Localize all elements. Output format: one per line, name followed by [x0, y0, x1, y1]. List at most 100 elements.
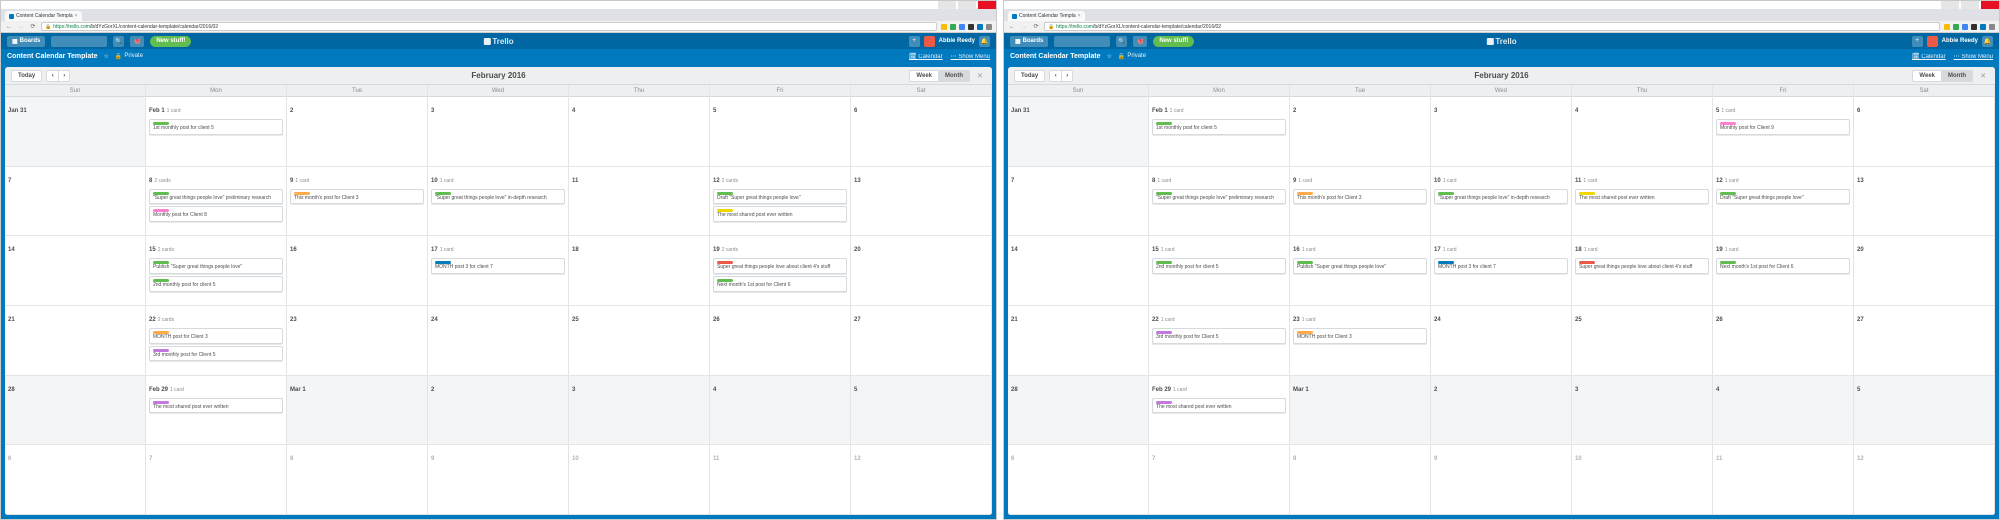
calendar-link[interactable]: 🗓 Calendar — [1912, 53, 1946, 60]
calendar-card[interactable]: "Super great things people love" prelimi… — [1152, 189, 1286, 205]
notifications-icon[interactable]: 🔔 — [1982, 36, 1993, 47]
hamburger-icon[interactable] — [1989, 24, 1995, 30]
calendar-cell[interactable]: Jan 31 — [1008, 97, 1149, 167]
calendar-card[interactable]: Super great things people love about cli… — [713, 258, 847, 274]
search-input[interactable] — [51, 36, 107, 47]
calendar-card[interactable]: Super great things people love about cli… — [1575, 258, 1709, 274]
reload-icon[interactable]: ⟳ — [29, 23, 37, 31]
calendar-cell[interactable]: 9 — [428, 445, 569, 515]
extension-icon[interactable] — [1953, 24, 1959, 30]
address-bar[interactable]: 🔒 https:// trello.com /b/dYzGorXL/conten… — [1044, 22, 1940, 31]
calendar-cell[interactable]: 27 — [1854, 306, 1995, 376]
calendar-cell[interactable]: 101 card"Super great things people love"… — [1431, 167, 1572, 237]
calendar-cell[interactable]: 2 — [287, 97, 428, 167]
calendar-card[interactable]: MONTH post for Client 3 — [1293, 328, 1427, 344]
calendar-cell[interactable]: 101 card"Super great things people love"… — [428, 167, 569, 237]
new-stuff-button[interactable]: New stuff! — [1153, 36, 1194, 47]
boards-button[interactable]: ▦ Boards — [1010, 36, 1048, 47]
window-close-button[interactable] — [978, 1, 996, 9]
calendar-cell[interactable]: 171 cardMONTH post 3 for client 7 — [428, 236, 569, 306]
calendar-cell[interactable]: 9 — [1431, 445, 1572, 515]
calendar-cell[interactable]: 122 cardsDraft "Super great things peopl… — [710, 167, 851, 237]
board-title[interactable]: Content Calendar Template — [1010, 53, 1101, 60]
calendar-link[interactable]: 🗓 Calendar — [909, 53, 943, 60]
calendar-cell[interactable]: Feb 11 card1st monthly post for client 5 — [1149, 97, 1290, 167]
week-view-button[interactable]: Week — [1912, 70, 1941, 82]
calendar-cell[interactable]: 3 — [1431, 97, 1572, 167]
calendar-card[interactable]: This month's post for Client 3 — [290, 189, 424, 205]
extension-icon[interactable] — [1962, 24, 1968, 30]
search-icon[interactable]: 🔍 — [113, 36, 124, 47]
calendar-cell[interactable]: Mar 1 — [1290, 376, 1431, 446]
extension-icon[interactable] — [977, 24, 983, 30]
calendar-cell[interactable]: 25 — [1572, 306, 1713, 376]
notifications-icon[interactable]: 🔔 — [979, 36, 990, 47]
calendar-cell[interactable]: 4 — [569, 97, 710, 167]
calendar-cell[interactable]: 121 cardDraft "Super great things people… — [1713, 167, 1854, 237]
calendar-cell[interactable]: 231 cardMONTH post for Client 3 — [1290, 306, 1431, 376]
close-icon[interactable]: × — [1078, 13, 1081, 19]
calendar-cell[interactable]: 81 card"Super great things people love" … — [1149, 167, 1290, 237]
create-button[interactable]: + — [1912, 36, 1923, 47]
calendar-cell[interactable]: 6 — [851, 97, 992, 167]
calendar-cell[interactable]: 181 cardSuper great things people love a… — [1572, 236, 1713, 306]
calendar-cell[interactable]: 2 — [1431, 376, 1572, 446]
calendar-card[interactable]: Monthly post for Client 9 — [1716, 119, 1850, 135]
today-button[interactable]: Today — [1014, 70, 1045, 82]
calendar-cell[interactable]: 14 — [5, 236, 146, 306]
back-icon[interactable]: ← — [1008, 23, 1016, 31]
calendar-cell[interactable]: 26 — [1713, 306, 1854, 376]
window-minimize-button[interactable] — [1941, 1, 1959, 9]
calendar-card[interactable]: The most shared post ever written — [1575, 189, 1709, 205]
calendar-cell[interactable]: 4 — [710, 376, 851, 446]
today-button[interactable]: Today — [11, 70, 42, 82]
calendar-cell[interactable]: 26 — [710, 306, 851, 376]
calendar-cell[interactable]: 91 cardThis month's post for Client 3 — [1290, 167, 1431, 237]
calendar-cell[interactable]: 222 cardsMONTH post for Client 33rd mont… — [146, 306, 287, 376]
calendar-card[interactable]: 3rd monthly post for Client 5 — [149, 346, 283, 362]
calendar-cell[interactable]: 5 — [1854, 376, 1995, 446]
extension-icon[interactable] — [968, 24, 974, 30]
calendar-cell[interactable]: 6 — [1854, 97, 1995, 167]
browser-tab[interactable]: Content Calendar Templa × — [5, 11, 82, 21]
calendar-cell[interactable]: 3 — [569, 376, 710, 446]
calendar-cell[interactable]: 11 — [710, 445, 851, 515]
search-input[interactable] — [1054, 36, 1110, 47]
search-icon[interactable]: 🔍 — [1116, 36, 1127, 47]
calendar-cell[interactable]: 10 — [1572, 445, 1713, 515]
close-calendar-button[interactable]: ✕ — [1977, 70, 1989, 82]
calendar-cell[interactable]: 2 — [1290, 97, 1431, 167]
calendar-cell[interactable]: 8 — [1290, 445, 1431, 515]
calendar-card[interactable]: Monthly post for Client 8 — [149, 206, 283, 222]
avatar[interactable] — [1927, 36, 1938, 47]
calendar-cell[interactable]: 7 — [5, 167, 146, 237]
month-view-button[interactable]: Month — [1941, 70, 1973, 82]
show-menu-link[interactable]: ⋯ Show Menu — [1954, 53, 1993, 60]
calendar-cell[interactable]: 13 — [1854, 167, 1995, 237]
extension-icon[interactable] — [950, 24, 956, 30]
reload-icon[interactable]: ⟳ — [1032, 23, 1040, 31]
calendar-card[interactable]: The most shared post ever written — [713, 206, 847, 222]
window-close-button[interactable] — [1981, 1, 1999, 9]
calendar-cell[interactable]: 111 cardThe most shared post ever writte… — [1572, 167, 1713, 237]
address-bar[interactable]: 🔒 https:// trello.com /b/dYzGorXL/conten… — [41, 22, 937, 31]
calendar-cell[interactable]: 25 — [569, 306, 710, 376]
calendar-cell[interactable]: 2 — [428, 376, 569, 446]
forward-icon[interactable]: → — [1020, 23, 1028, 31]
calendar-cell[interactable]: 192 cardsSuper great things people love … — [710, 236, 851, 306]
privacy-indicator[interactable]: 🔒 Private — [115, 53, 143, 60]
calendar-cell[interactable]: 91 cardThis month's post for Client 3 — [287, 167, 428, 237]
calendar-cell[interactable]: 6 — [1008, 445, 1149, 515]
close-calendar-button[interactable]: ✕ — [974, 70, 986, 82]
calendar-card[interactable]: Next month's 1st post for Client 6 — [1716, 258, 1850, 274]
calendar-card[interactable]: MONTH post 3 for client 7 — [431, 258, 565, 274]
user-name[interactable]: Abbie Reedy — [1942, 38, 1978, 44]
calendar-cell[interactable]: 18 — [569, 236, 710, 306]
calendar-card[interactable]: The most shared post ever written — [149, 398, 283, 414]
calendar-cell[interactable]: 7 — [1008, 167, 1149, 237]
window-minimize-button[interactable] — [938, 1, 956, 9]
calendar-cell[interactable]: 28 — [1008, 376, 1149, 446]
calendar-cell[interactable]: 21 — [5, 306, 146, 376]
extension-icon[interactable] — [1944, 24, 1950, 30]
calendar-cell[interactable]: 152 cardsPublish "Super great things peo… — [146, 236, 287, 306]
